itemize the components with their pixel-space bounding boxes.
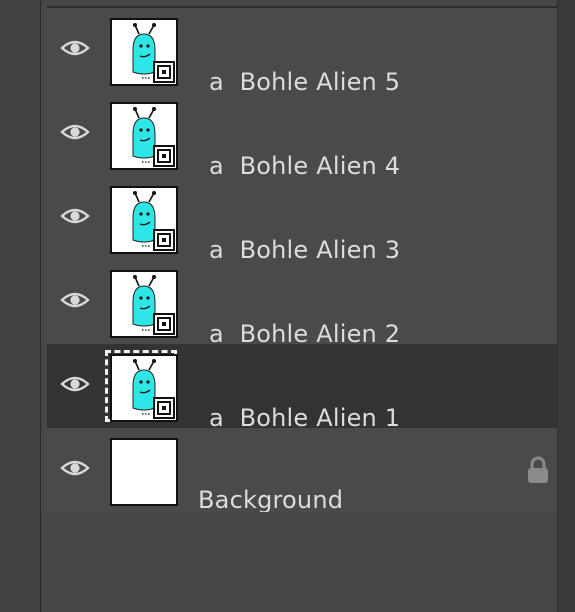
layer-row[interactable]: a Bohle Alien 3 [47, 176, 557, 262]
layer-thumbnail [110, 354, 178, 422]
layer-prefix: a [209, 320, 224, 346]
layer-row[interactable]: a Bohle Alien 5 [47, 8, 557, 94]
layer-name: a Bohle Alien 5 [209, 68, 401, 94]
layer-row[interactable]: a Bohle Alien 4 [47, 92, 557, 178]
alien-thumbnail-art [132, 107, 175, 167]
eye-icon[interactable] [60, 374, 90, 394]
layer-title: Bohle Alien 4 [239, 152, 401, 178]
layer-thumbnail [110, 438, 178, 506]
layer-thumbnail [110, 270, 178, 338]
eye-icon[interactable] [60, 38, 90, 58]
layer-title: Bohle Alien 3 [239, 236, 401, 262]
eye-icon[interactable] [60, 458, 90, 478]
layer-title: Bohle Alien 2 [239, 320, 401, 346]
layer-name: a Bohle Alien 4 [209, 152, 401, 178]
alien-thumbnail-art [132, 359, 175, 419]
layer-title: Bohle Alien 1 [239, 404, 401, 430]
left-gutter [0, 0, 41, 612]
layer-name: a Bohle Alien 1 [209, 404, 401, 430]
layer-prefix: a [209, 68, 224, 94]
layer-row[interactable]: a Bohle Alien 2 [47, 260, 557, 346]
layer-thumbnail [110, 18, 178, 86]
eye-icon[interactable] [60, 206, 90, 226]
layer-row[interactable]: a Bohle Alien 1 [47, 344, 557, 430]
layer-title: Bohle Alien 5 [239, 68, 401, 94]
alien-thumbnail-art [132, 275, 175, 335]
scrollbar-track[interactable] [557, 0, 575, 612]
layer-name: a Bohle Alien 3 [209, 236, 401, 262]
layers-panel: a Bohle Alien 5a Bohle Alien 4a Bohle Al… [47, 0, 557, 612]
layer-prefix: a [209, 404, 224, 430]
eye-icon[interactable] [60, 122, 90, 142]
layer-prefix: a [209, 152, 224, 178]
alien-thumbnail-art [132, 23, 175, 83]
layer-prefix: a [209, 236, 224, 262]
layer-thumbnail [110, 186, 178, 254]
layer-name: Background [198, 486, 344, 512]
lock-icon[interactable] [527, 456, 549, 484]
layer-row-background[interactable]: Background [47, 428, 557, 512]
layer-name: a Bohle Alien 2 [209, 320, 401, 346]
eye-icon[interactable] [60, 290, 90, 310]
layer-thumbnail [110, 102, 178, 170]
alien-thumbnail-art [132, 191, 175, 251]
